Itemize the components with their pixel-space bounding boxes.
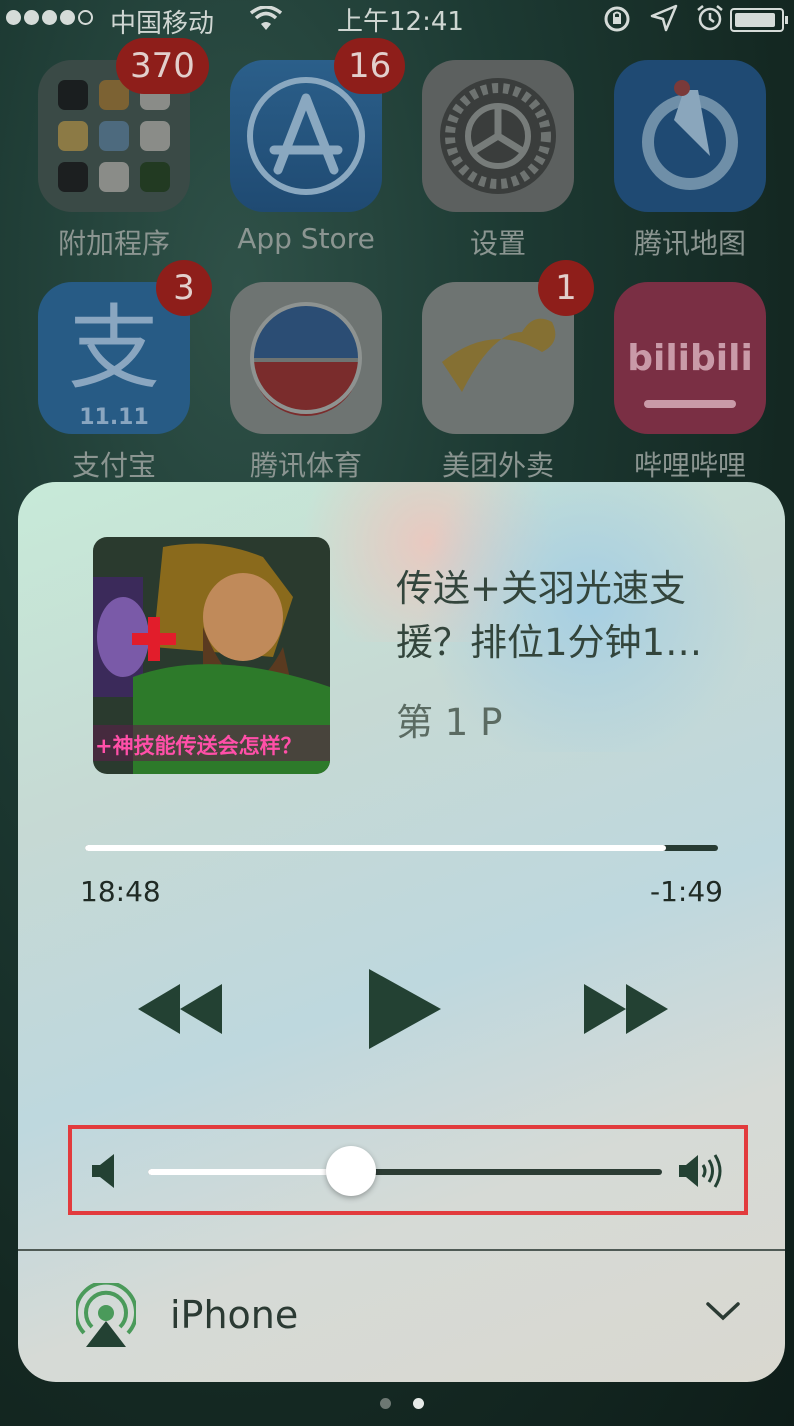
playback-progress-fill [85,845,667,851]
app-meituan-waimai[interactable]: 美团外卖 1 [422,260,594,484]
carrier-name: 中国移动 [110,9,215,39]
output-device-name: iPhone [170,1293,299,1337]
volume-slider-thumb[interactable] [326,1146,377,1196]
rewind-button[interactable] [138,984,222,1034]
volume-high-icon [679,1154,722,1188]
track-subtitle: 第 1 P [396,701,503,744]
bilibili-icon: bilibili [614,282,766,434]
volume-low-icon [92,1154,114,1188]
notification-badge: 1 [538,260,594,316]
gear-icon [422,60,574,212]
bilibili-tile-text: bilibili [627,338,753,379]
chevron-down-icon[interactable] [706,1301,740,1321]
svg-text:支: 支 [68,295,160,402]
app-label: 美团外卖 [441,449,554,482]
now-playing-card: +神技能传送会怎样？ 传送+关羽光速支援？排位1分钟1… 第 1 P 18:48… [18,482,785,1382]
alarm-icon [697,5,723,31]
rotation-lock-icon [604,6,630,32]
audio-output-route[interactable]: iPhone [18,1251,785,1382]
location-icon [650,4,678,32]
app-settings[interactable]: 设置 [422,60,574,262]
ball-icon [230,282,382,434]
app-label: 设置 [469,227,526,260]
airplay-icon [76,1283,136,1347]
elapsed-time: 18:48 [80,875,161,908]
page-dot [380,1398,391,1409]
app-label: 附加程序 [57,227,170,260]
app-label: 腾讯地图 [633,227,746,260]
page-dot-active [413,1398,424,1409]
status-bar: 中国移动 上午12:41 [0,0,794,40]
app-label: 腾讯体育 [249,449,362,482]
notification-badge: 16 [334,38,406,94]
app-label: 支付宝 [71,449,156,482]
app-extras-folder[interactable]: 附加程序 370 [38,38,209,262]
track-title: 传送+关羽光速支援？排位1分钟1… [396,567,703,664]
app-label: App Store [237,222,375,255]
status-time: 上午12:41 [337,7,464,37]
app-tencent-sports[interactable]: 腾讯体育 [230,282,382,484]
app-app-store[interactable]: App Store 16 [230,38,406,255]
app-alipay[interactable]: 支 11.11 支付宝 3 [38,260,212,484]
remaining-time: -1:49 [650,875,723,908]
app-tencent-maps[interactable]: 腾讯地图 [614,60,766,262]
volume-level-fill [148,1169,352,1175]
signal-strength-icon [6,10,93,25]
wifi-icon [250,6,282,30]
notification-badge: 370 [116,38,209,94]
app-label: 哔哩哔哩 [633,449,746,482]
alipay-tile-text: 11.11 [79,405,149,430]
notification-badge: 3 [156,260,212,316]
playback-scrubber[interactable] [85,845,718,851]
battery-icon [730,8,788,32]
app-bilibili[interactable]: bilibili 哔哩哔哩 [614,282,766,484]
artwork-caption: +神技能传送会怎样？ [95,734,302,758]
page-indicator[interactable] [380,1398,424,1409]
fast-forward-button[interactable] [584,984,668,1034]
play-button[interactable] [369,969,441,1049]
volume-slider[interactable] [148,1169,662,1175]
compass-icon [614,60,766,212]
album-artwork[interactable]: +神技能传送会怎样？ [93,537,330,774]
